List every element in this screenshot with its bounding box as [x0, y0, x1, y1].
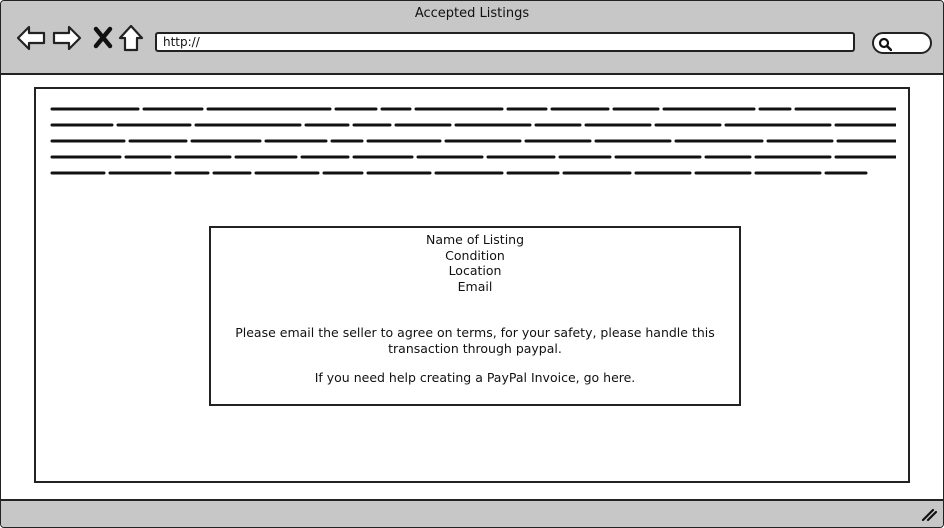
browser-window: Accepted Listings http:// Name of Listin… [0, 0, 944, 528]
browser-titlebar: Accepted Listings http:// [1, 1, 943, 75]
arrow-left-icon[interactable] [16, 23, 46, 53]
url-input[interactable]: http:// [155, 32, 855, 52]
window-title: Accepted Listings [414, 6, 530, 21]
status-bar [1, 499, 943, 527]
search-field[interactable] [872, 32, 932, 54]
page-content: Name of Listing Condition Location Email… [1, 75, 943, 499]
search-icon [878, 37, 892, 51]
listing-card: Name of Listing Condition Location Email… [209, 226, 741, 406]
close-icon[interactable] [89, 23, 119, 53]
listing-location: Location [448, 263, 502, 278]
safety-instructions: Please email the seller to agree on term… [235, 325, 715, 356]
resize-handle-icon[interactable] [921, 507, 937, 521]
placeholder-text-block [50, 107, 896, 175]
arrow-right-icon[interactable] [52, 23, 82, 53]
listing-condition: Condition [445, 247, 505, 263]
paypal-help-link[interactable]: If you need help creating a PayPal Invoi… [211, 370, 739, 386]
home-icon[interactable] [117, 23, 147, 53]
listing-name: Name of Listing [425, 232, 525, 247]
main-panel: Name of Listing Condition Location Email… [34, 87, 910, 483]
listing-email[interactable]: Email [211, 279, 739, 295]
listing-fields: Name of Listing Condition Location Email [211, 232, 739, 294]
